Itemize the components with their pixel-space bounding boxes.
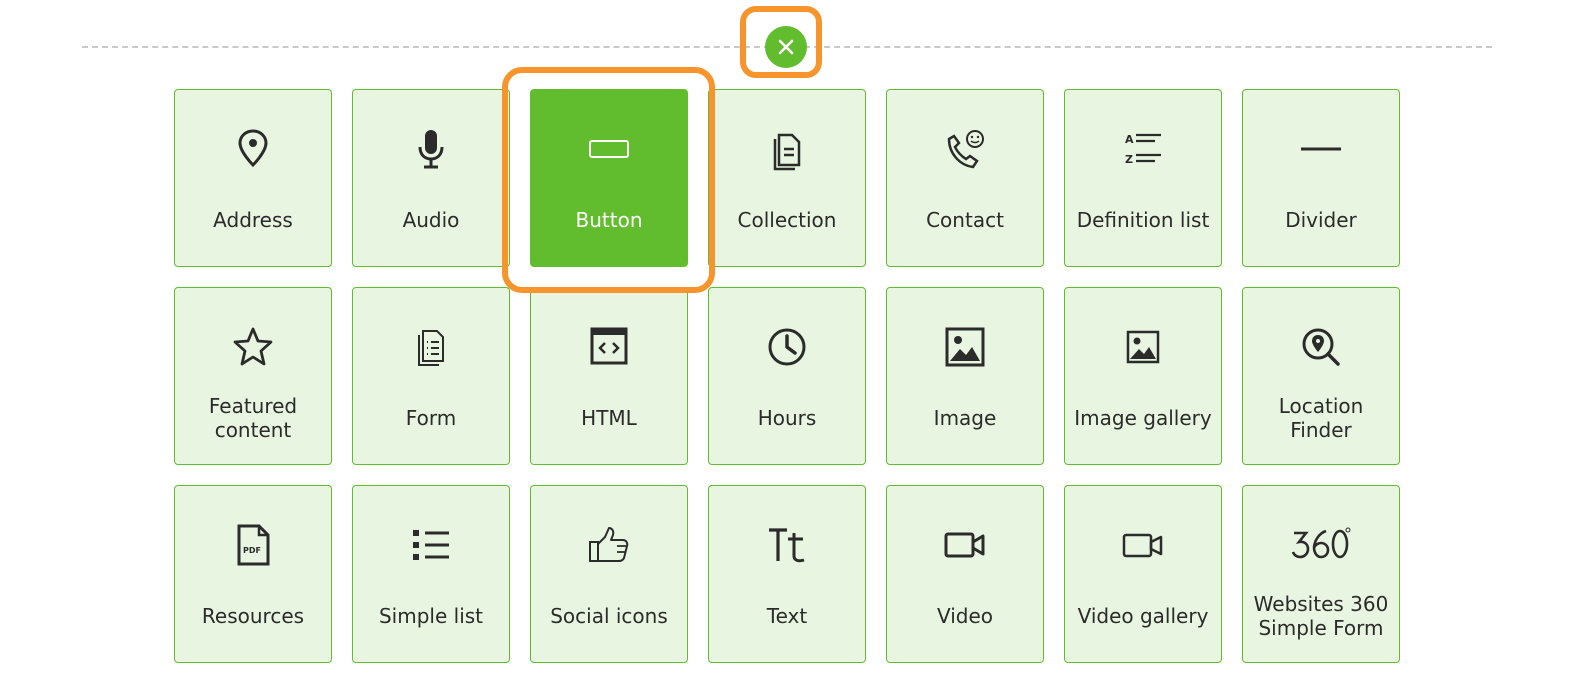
pdf-file-icon: PDF	[175, 522, 331, 568]
tile-label: Contact	[926, 208, 1004, 232]
add-section-panel: Address Audio Button Collection Contact	[0, 0, 1586, 698]
close-icon	[777, 38, 795, 56]
tile-button[interactable]: Button	[530, 89, 688, 267]
element-type-grid: Address Audio Button Collection Contact	[174, 89, 1400, 663]
tile-label: Social icons	[550, 604, 668, 628]
video-gallery-icon	[1065, 522, 1221, 568]
tile-audio[interactable]: Audio	[352, 89, 510, 267]
tile-video[interactable]: Video	[886, 485, 1044, 663]
tile-video-gallery[interactable]: Video gallery	[1064, 485, 1222, 663]
location-pin-icon	[175, 126, 331, 172]
definition-list-icon: AZ	[1065, 126, 1221, 172]
tile-address[interactable]: Address	[174, 89, 332, 267]
tile-label: Websites 360 Simple Form	[1253, 592, 1389, 640]
tile-hours[interactable]: Hours	[708, 287, 866, 465]
divider-icon	[1243, 126, 1399, 172]
tile-image[interactable]: Image	[886, 287, 1044, 465]
tile-label: Collection	[737, 208, 837, 232]
collection-icon	[709, 126, 865, 172]
tile-html[interactable]: HTML	[530, 287, 688, 465]
tile-label: Featured content	[208, 394, 298, 442]
tile-location-finder[interactable]: Location Finder	[1242, 287, 1400, 465]
image-icon	[887, 324, 1043, 370]
html-code-icon	[531, 324, 687, 370]
tile-label: Location Finder	[1278, 394, 1364, 442]
close-button[interactable]	[765, 26, 807, 68]
tile-contact[interactable]: Contact	[886, 89, 1044, 267]
tile-form[interactable]: Form	[352, 287, 510, 465]
clock-icon	[709, 324, 865, 370]
tile-text[interactable]: Text	[708, 485, 866, 663]
tile-definition-list[interactable]: AZ Definition list	[1064, 89, 1222, 267]
button-icon	[531, 126, 687, 172]
tile-label: Video	[936, 604, 994, 628]
tile-label: Audio	[402, 208, 460, 232]
star-icon	[175, 324, 331, 370]
tile-label: Video gallery	[1077, 604, 1209, 628]
tile-label: Image gallery	[1074, 406, 1212, 430]
tile-label: Definition list	[1076, 208, 1210, 232]
tile-label: Button	[575, 208, 643, 232]
tile-websites-360-simple-form[interactable]: Websites 360 Simple Form	[1242, 485, 1400, 663]
tile-social-icons[interactable]: Social icons	[530, 485, 688, 663]
text-icon	[709, 522, 865, 568]
svg-text:Z: Z	[1125, 153, 1133, 166]
thumbs-up-icon	[531, 522, 687, 568]
tile-label: Divider	[1285, 208, 1357, 232]
bullet-list-icon	[353, 522, 509, 568]
tile-label: Form	[405, 406, 457, 430]
contact-phone-icon	[887, 126, 1043, 172]
location-finder-icon	[1243, 324, 1399, 370]
image-gallery-icon	[1065, 324, 1221, 370]
tile-featured-content[interactable]: Featured content	[174, 287, 332, 465]
tile-simple-list[interactable]: Simple list	[352, 485, 510, 663]
tile-label: Image	[933, 406, 997, 430]
tile-divider[interactable]: Divider	[1242, 89, 1400, 267]
microphone-icon	[353, 126, 509, 172]
tile-label: Address	[213, 208, 293, 232]
tile-label: HTML	[581, 406, 637, 430]
tile-label: Simple list	[378, 604, 484, 628]
tile-label: Resources	[201, 604, 305, 628]
tile-collection[interactable]: Collection	[708, 89, 866, 267]
video-camera-icon	[887, 522, 1043, 568]
websites-360-icon	[1243, 522, 1399, 568]
tile-label: Hours	[757, 406, 817, 430]
tile-image-gallery[interactable]: Image gallery	[1064, 287, 1222, 465]
svg-text:PDF: PDF	[243, 546, 261, 555]
tile-resources[interactable]: PDF Resources	[174, 485, 332, 663]
form-icon	[353, 324, 509, 370]
tile-label: Text	[766, 604, 808, 628]
svg-text:A: A	[1125, 133, 1134, 146]
